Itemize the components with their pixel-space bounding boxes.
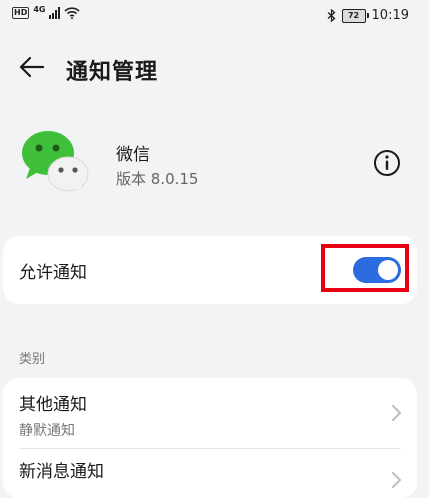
- category-section-label: 类别: [19, 352, 46, 367]
- status-bar: HD 4G 72 10:19: [0, 0, 429, 34]
- status-time: 10:19: [371, 8, 409, 23]
- info-icon[interactable]: [372, 148, 402, 178]
- chevron-right-icon: [392, 405, 401, 421]
- list-item-other-notifications[interactable]: 其他通知 静默通知: [3, 378, 417, 446]
- app-version: 版本 8.0.15: [116, 170, 199, 188]
- status-right: 72 10:19: [327, 8, 409, 23]
- toggle-knob: [378, 260, 398, 280]
- page-title: 通知管理: [66, 60, 159, 85]
- list-item-subtitle: 静默通知: [19, 423, 75, 439]
- app-name: 微信: [116, 145, 150, 165]
- allow-notifications-toggle[interactable]: [353, 257, 401, 283]
- allow-notifications-label: 允许通知: [19, 263, 87, 283]
- status-left: HD 4G: [12, 4, 81, 19]
- list-item-title: 新消息通知: [19, 462, 104, 482]
- list-item-new-message-notifications[interactable]: 新消息通知: [3, 449, 417, 498]
- chevron-right-icon: [392, 472, 401, 488]
- bluetooth-icon: [327, 9, 336, 22]
- list-item-title: 其他通知: [19, 395, 87, 415]
- network-type: 4G: [33, 4, 46, 14]
- category-list-card: 其他通知 静默通知 新消息通知: [3, 378, 417, 498]
- wechat-icon: [22, 131, 89, 193]
- signal-icon: [49, 7, 61, 19]
- wifi-icon: [64, 7, 81, 19]
- hd-badge: HD: [12, 7, 30, 19]
- battery-icon: 72: [341, 8, 369, 23]
- back-arrow-icon[interactable]: [16, 52, 46, 82]
